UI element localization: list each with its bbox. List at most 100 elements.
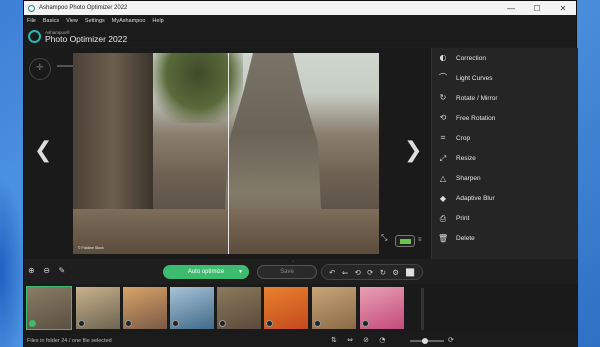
app-window: Ashampoo Photo Optimizer 2022 — ☐ ✕ File… (23, 0, 578, 347)
window-title: Ashampoo Photo Optimizer 2022 (39, 5, 128, 11)
maximize-button[interactable]: ☐ (524, 4, 550, 13)
thumbnail-check-icon[interactable] (362, 320, 369, 327)
battery-view-icon[interactable] (395, 235, 415, 247)
auto-optimize-label: Auto optimize (187, 269, 225, 275)
thumbnail[interactable] (26, 286, 72, 330)
tool-crop[interactable]: ⌗ Crop (432, 128, 578, 148)
tool-free-rotation[interactable]: ⟲ Free Rotation (432, 108, 578, 128)
photo-credit: © Fotoline Stock (78, 246, 104, 250)
tool-label: Free Rotation (456, 114, 496, 122)
view-menu-icon[interactable]: ≡ (418, 237, 422, 243)
thumbnail-check-icon[interactable] (266, 320, 273, 327)
next-image-button[interactable]: ❯ (404, 138, 422, 163)
menu-help[interactable]: Help (152, 18, 163, 24)
thumbnail[interactable] (264, 287, 308, 329)
main-photo: © Fotoline Stock (73, 53, 379, 254)
rotate-left-icon[interactable]: ⟲ (354, 268, 360, 277)
thumbnail-check-icon[interactable] (172, 320, 179, 327)
menu-settings[interactable]: Settings (85, 18, 105, 24)
thumbnail-check-icon[interactable] (314, 320, 321, 327)
thumbnail[interactable] (217, 287, 261, 329)
correction-icon: ◐ (439, 53, 447, 63)
rotate-mirror-icon: ↻ (439, 93, 447, 103)
crop-icon: ⌗ (440, 133, 446, 143)
tool-label: Correction (456, 54, 486, 62)
file-actions-icons[interactable]: ⊕ ⊖ ✎ (28, 266, 68, 275)
gear-icon[interactable]: ⚙ (392, 268, 399, 277)
title-bar: Ashampoo Photo Optimizer 2022 — ☐ ✕ (24, 1, 576, 15)
thumbnail-check-icon[interactable] (29, 320, 36, 327)
battery-level (400, 239, 411, 244)
menu-bar: File Basics View Settings MyAshampoo Hel… (24, 15, 576, 26)
rotate-right-icon[interactable]: ⟳ (367, 268, 373, 277)
menu-view[interactable]: View (66, 18, 78, 24)
pan-control-icon[interactable] (29, 58, 51, 80)
redo-icon[interactable]: ↻ (380, 268, 386, 277)
image-viewer: ❮ © Fotoline Stock ❯ ⤡ ≡ (24, 48, 431, 259)
undo-all-icon[interactable]: ⇐ (342, 268, 348, 277)
tool-resize[interactable]: ⤢ Resize (432, 148, 578, 168)
status-bar: Files in folder 24 / one file selected ⇅… (24, 334, 578, 347)
delete-icon: 🗑 (438, 233, 449, 243)
thumbnail[interactable] (123, 287, 167, 329)
thumbnail[interactable] (312, 287, 356, 329)
undo-icon[interactable]: ↶ (329, 268, 335, 277)
ashampoo-logo-icon (28, 30, 41, 43)
tool-label: Light Curves (456, 74, 493, 82)
thumbnail-check-icon[interactable] (219, 320, 226, 327)
tool-label: Adaptive Blur (456, 195, 495, 203)
tool-delete[interactable]: 🗑 Delete (432, 229, 578, 249)
tool-label: Resize (456, 155, 476, 163)
tool-label: Rotate / Mirror (456, 94, 498, 102)
tool-adaptive-blur[interactable]: ◆ Adaptive Blur (432, 189, 578, 209)
thumbnail-check-icon[interactable] (125, 320, 132, 327)
collapse-filmstrip-icon[interactable]: ^ (292, 259, 294, 264)
thumbnail[interactable] (170, 287, 214, 329)
sharpen-icon: △ (439, 173, 447, 183)
photo-foliage (153, 53, 243, 123)
history-controls: ↶ ⇐ ⟲ ⟳ ↻ ⚙ ⬜ (321, 264, 423, 280)
compare-icon[interactable]: ⤡ (381, 233, 387, 243)
free-rotation-icon: ⟲ (439, 113, 447, 123)
app-icon (28, 4, 35, 12)
adaptive-blur-icon: ◆ (439, 193, 447, 203)
brand-line2: Photo Optimizer 2022 (45, 33, 128, 44)
thumbnail[interactable] (76, 287, 120, 329)
filmstrip (24, 284, 578, 334)
tool-label: Sharpen (456, 175, 481, 183)
menu-basics[interactable]: Basics (43, 18, 59, 24)
print-icon: ⎙ (439, 213, 447, 223)
previous-image-button[interactable]: ❮ (34, 138, 52, 163)
tools-sidebar: ◐ Correction ⌒ Light Curves ↻ Rotate / Mirr… (431, 48, 578, 259)
brand-header: Ashampoo® Photo Optimizer 2022 (24, 26, 576, 47)
close-button[interactable]: ✕ (550, 4, 576, 13)
tool-correction[interactable]: ◐ Correction (432, 48, 578, 68)
tool-print[interactable]: ⎙ Print (432, 209, 578, 229)
light-curves-icon: ⌒ (439, 73, 447, 83)
tool-sharpen[interactable]: △ Sharpen (432, 169, 578, 189)
photo-ground (73, 209, 379, 254)
menu-file[interactable]: File (27, 18, 36, 24)
resize-icon: ⤢ (439, 153, 447, 163)
action-toolbar: ^ ⊕ ⊖ ✎ Auto optimize ▼ Save ↶ ⇐ ⟲ ⟳ ↻ ⚙… (24, 259, 578, 284)
sort-view-icons[interactable]: ⇅ ⇔ ⊘ ◔ (331, 336, 389, 344)
save-button[interactable]: Save (257, 265, 317, 279)
refresh-icon[interactable]: ⟳ (448, 336, 454, 344)
tool-label: Print (456, 215, 470, 223)
thumbnail-size-knob[interactable] (422, 338, 428, 344)
chevron-down-icon[interactable]: ▼ (238, 265, 243, 279)
thumbnail[interactable] (360, 287, 404, 329)
tool-light-curves[interactable]: ⌒ Light Curves (432, 68, 578, 88)
status-text: Files in folder 24 / one file selected (27, 338, 112, 344)
thumbnail-check-icon[interactable] (78, 320, 85, 327)
tool-label: Delete (456, 235, 475, 243)
thumbnail-size-slider[interactable] (410, 338, 444, 344)
before-after-divider[interactable] (228, 53, 229, 254)
minimize-button[interactable]: — (498, 4, 524, 13)
tool-label: Crop (456, 134, 471, 142)
tool-rotate-mirror[interactable]: ↻ Rotate / Mirror (432, 88, 578, 108)
fullscreen-icon[interactable]: ⬜ (405, 268, 414, 277)
menu-myashampoo[interactable]: MyAshampoo (112, 18, 146, 24)
filmstrip-scrollbar[interactable] (421, 288, 424, 330)
auto-optimize-button[interactable]: Auto optimize ▼ (163, 265, 249, 279)
